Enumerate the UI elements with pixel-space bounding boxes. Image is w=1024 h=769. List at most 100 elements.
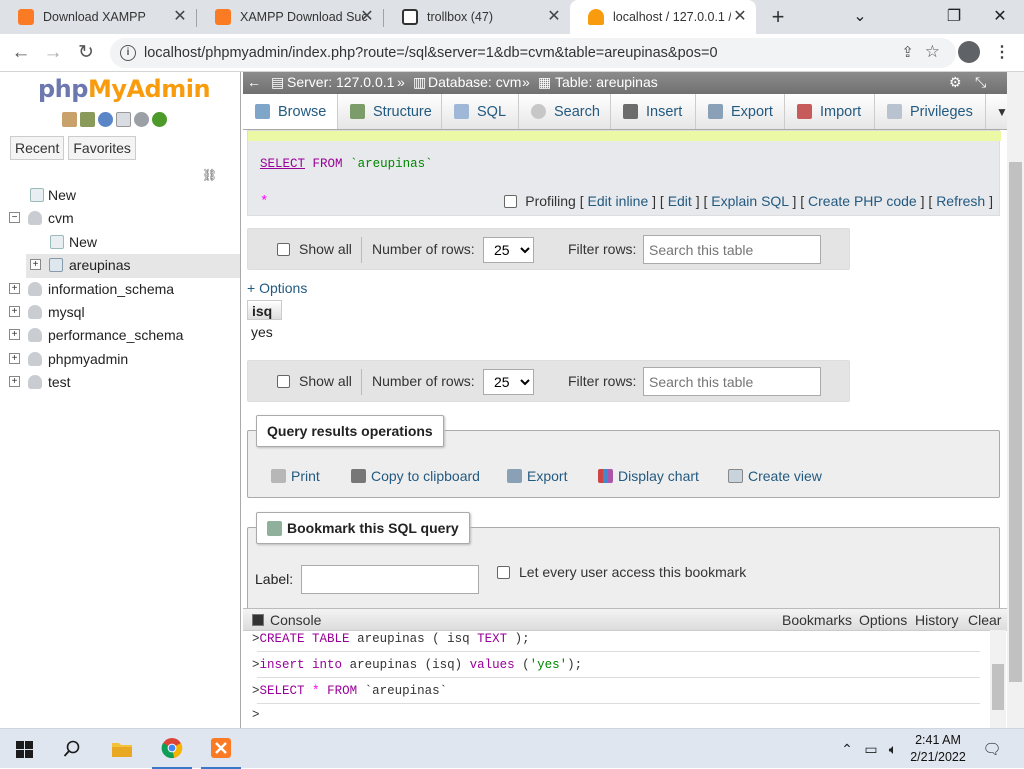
- new-tab-button[interactable]: +: [766, 4, 790, 30]
- tree-item-new[interactable]: New: [0, 184, 240, 207]
- tree-item-cvm[interactable]: − cvm: [0, 207, 240, 230]
- share-icon[interactable]: ⇪: [901, 43, 914, 61]
- address-bar[interactable]: i localhost/phpmyadmin/index.php?route=/…: [110, 38, 956, 68]
- expand-icon[interactable]: +: [9, 329, 20, 341]
- favorites-tab[interactable]: Favorites: [68, 136, 136, 160]
- tree-item-performance-schema[interactable]: + performance_schema: [0, 324, 240, 347]
- link-with-main-icon[interactable]: ⛓: [202, 168, 217, 182]
- console-query-3[interactable]: >SELECT * FROM `areupinas`: [252, 684, 447, 698]
- start-button[interactable]: [4, 729, 44, 769]
- maximize-icon[interactable]: ⤡: [975, 74, 986, 91]
- tree-item-cvm-new[interactable]: New: [0, 231, 240, 254]
- show-all-checkbox[interactable]: [277, 243, 290, 256]
- tree-label[interactable]: areupinas: [69, 257, 131, 273]
- tab-insert[interactable]: Insert: [611, 94, 696, 129]
- rows-per-page-select[interactable]: 25: [483, 237, 534, 263]
- tree-label[interactable]: cvm: [48, 210, 74, 226]
- reload-icon[interactable]: ↻: [73, 41, 99, 65]
- profile-avatar-icon[interactable]: [958, 41, 980, 63]
- close-tab-icon[interactable]: ✕: [359, 9, 375, 25]
- network-icon[interactable]: ▭: [860, 729, 882, 769]
- tab-more[interactable]: ▼: [986, 94, 1008, 129]
- tab-import[interactable]: Import: [785, 94, 875, 129]
- column-header-isq[interactable]: isq: [247, 300, 282, 320]
- filter-rows-input[interactable]: [643, 367, 821, 396]
- share-bookmark-option[interactable]: Let every user access this bookmark: [497, 564, 746, 580]
- collapse-icon[interactable]: −: [9, 212, 20, 224]
- settings-gear-icon[interactable]: [134, 112, 149, 127]
- restore-button[interactable]: ❐: [930, 0, 978, 32]
- create-php-code-link[interactable]: Create PHP code: [808, 193, 917, 209]
- xampp-taskbar-button[interactable]: [201, 729, 241, 769]
- console-scrollbar[interactable]: [990, 630, 1006, 728]
- minimize-button[interactable]: ⌄: [836, 0, 884, 32]
- search-button[interactable]: [52, 729, 92, 769]
- console-options[interactable]: Options: [859, 612, 907, 628]
- bookmark-label-input[interactable]: [301, 565, 479, 594]
- tree-label[interactable]: New: [48, 187, 76, 203]
- display-chart-button[interactable]: Display chart: [598, 468, 699, 484]
- file-explorer-button[interactable]: [102, 729, 142, 769]
- sql-keyword[interactable]: SELECT: [260, 157, 305, 171]
- filter-rows-input[interactable]: [643, 235, 821, 264]
- expand-icon[interactable]: +: [9, 376, 20, 388]
- console-query-1[interactable]: >CREATE TABLE areupinas ( isq TEXT );: [252, 632, 530, 646]
- browser-menu-icon[interactable]: ⋮: [994, 42, 1010, 62]
- tab-search[interactable]: Search: [519, 94, 611, 129]
- notifications-icon[interactable]: 🗨︎: [980, 729, 1004, 769]
- tree-label[interactable]: information_schema: [48, 281, 174, 297]
- tab-sql[interactable]: SQL: [442, 94, 519, 129]
- export-button[interactable]: Export: [507, 468, 567, 484]
- collapse-arrow-icon[interactable]: ←: [247, 74, 261, 90]
- tree-label[interactable]: mysql: [48, 304, 85, 320]
- console-bookmarks[interactable]: Bookmarks: [782, 612, 852, 628]
- tab-structure[interactable]: Structure: [338, 94, 442, 129]
- profiling-checkbox[interactable]: [504, 195, 518, 208]
- logout-icon[interactable]: [80, 112, 95, 127]
- tree-label[interactable]: phpmyadmin: [48, 351, 128, 367]
- docs-icon[interactable]: [98, 112, 113, 127]
- table-cell[interactable]: yes: [251, 324, 273, 340]
- tree-item-information-schema[interactable]: + information_schema: [0, 278, 240, 301]
- scroll-thumb[interactable]: [1009, 162, 1022, 682]
- show-all-checkbox[interactable]: [277, 375, 290, 388]
- browser-tab-download-xampp[interactable]: Download XAMPP ✕: [0, 0, 196, 34]
- create-view-button[interactable]: Create view: [728, 468, 822, 484]
- chrome-button[interactable]: [152, 729, 192, 769]
- rows-per-page-select[interactable]: 25: [483, 369, 534, 395]
- expand-icon[interactable]: +: [9, 352, 20, 364]
- tree-item-areupinas[interactable]: + areupinas: [26, 254, 240, 278]
- bookmark-star-icon[interactable]: ☆: [925, 42, 940, 62]
- tree-label[interactable]: performance_schema: [48, 327, 183, 343]
- close-tab-icon[interactable]: ✕: [732, 9, 748, 25]
- sql-docs-icon[interactable]: [116, 112, 131, 127]
- sql-query-text[interactable]: SELECT * FROM `areupinas`: [260, 157, 433, 210]
- reload-nav-icon[interactable]: [152, 112, 167, 127]
- forward-arrow-icon[interactable]: →: [40, 41, 66, 65]
- tree-item-test[interactable]: + test: [0, 371, 240, 394]
- console-clear[interactable]: Clear: [968, 612, 1001, 628]
- copy-to-clipboard-button[interactable]: Copy to clipboard: [351, 468, 480, 484]
- main-scrollbar[interactable]: [1007, 72, 1024, 728]
- options-toggle[interactable]: + Options: [247, 280, 307, 296]
- share-bookmark-checkbox[interactable]: [497, 566, 510, 579]
- expand-icon[interactable]: +: [30, 259, 41, 271]
- console-input[interactable]: >: [252, 708, 260, 722]
- console-toggle[interactable]: Console: [270, 612, 321, 628]
- settings-gear-icon[interactable]: ⚙: [949, 74, 962, 91]
- back-arrow-icon[interactable]: ←: [8, 41, 34, 65]
- site-info-icon[interactable]: i: [120, 45, 136, 61]
- explain-sql-link[interactable]: Explain SQL: [711, 193, 788, 209]
- tree-item-mysql[interactable]: + mysql: [0, 301, 240, 324]
- close-window-button[interactable]: ✕: [976, 0, 1024, 32]
- tab-export[interactable]: Export: [696, 94, 785, 129]
- url-text[interactable]: localhost/phpmyadmin/index.php?route=/sq…: [144, 45, 718, 61]
- recent-tab[interactable]: Recent: [10, 136, 65, 160]
- breadcrumb-table[interactable]: Table: areupinas: [555, 74, 658, 90]
- tree-item-phpmyadmin[interactable]: + phpmyadmin: [0, 348, 240, 371]
- tab-browse[interactable]: Browse: [243, 94, 338, 129]
- console-history[interactable]: History: [915, 612, 959, 628]
- scroll-thumb[interactable]: [992, 664, 1004, 710]
- expand-icon[interactable]: +: [9, 282, 20, 294]
- system-clock[interactable]: 2:41 AM 2/21/2022: [898, 732, 978, 766]
